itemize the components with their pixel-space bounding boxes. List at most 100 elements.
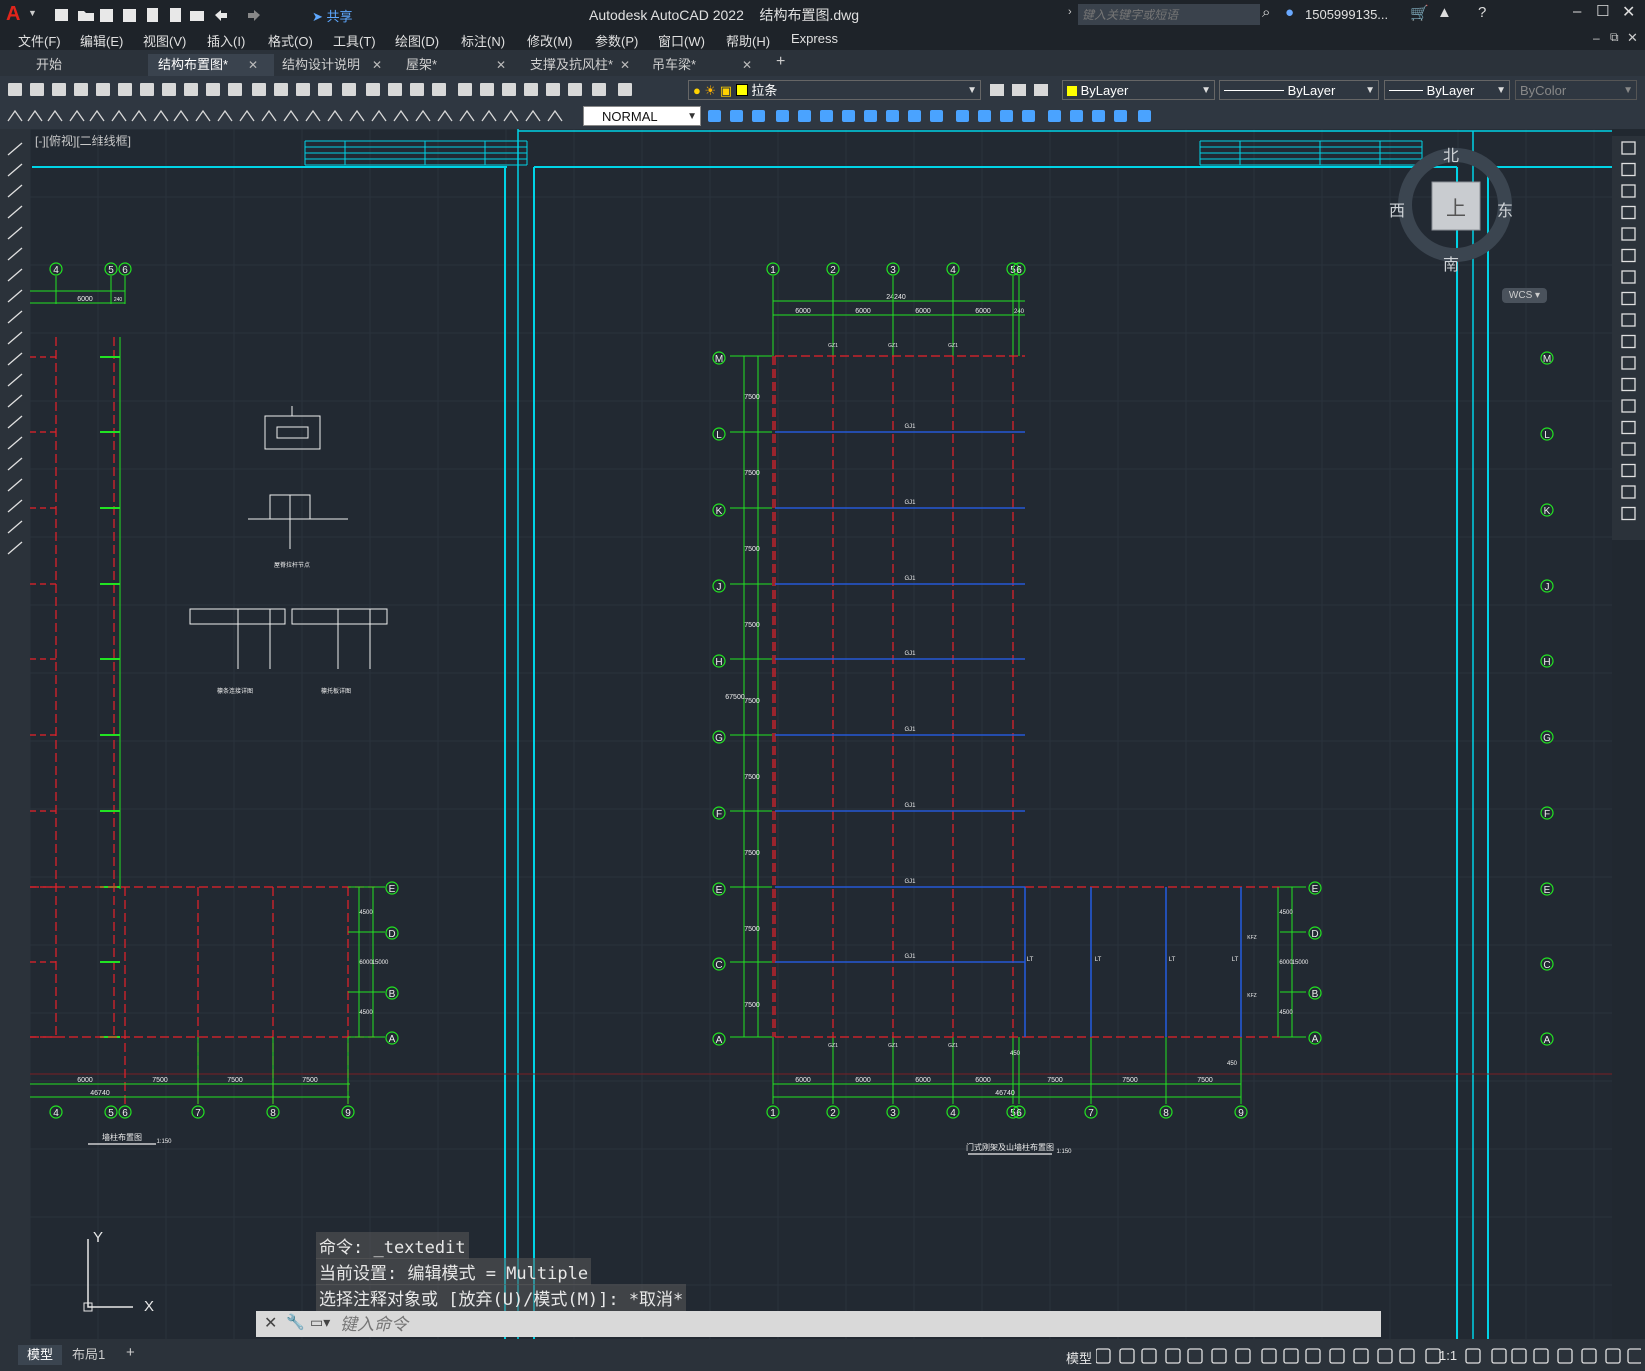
modify-tool-3-icon[interactable] <box>1621 205 1636 220</box>
modify-tool-9-icon[interactable] <box>908 110 921 122</box>
plotstyle-dropdown[interactable]: ByColor ▼ <box>1515 80 1637 100</box>
undo-icon[interactable] <box>215 10 227 21</box>
status-toggle-4-icon[interactable] <box>1187 1348 1203 1364</box>
modify-tool-16-icon[interactable] <box>1621 485 1636 499</box>
toolbar-3-icon[interactable] <box>74 83 88 96</box>
toolbar-20-icon[interactable] <box>458 83 472 96</box>
toolbar-27-icon[interactable] <box>618 83 632 96</box>
annotation-scale[interactable]: 1:1 <box>1439 1348 1457 1363</box>
modify-tool-13-icon[interactable] <box>1000 110 1013 122</box>
modify-tool-16-icon[interactable] <box>1070 110 1083 122</box>
draw-tool-16-icon[interactable] <box>7 478 23 492</box>
menu-window[interactable]: 窗口(W) <box>658 31 705 50</box>
draw-tool-1-icon[interactable] <box>7 163 23 177</box>
dim-tool-3-icon[interactable] <box>69 109 85 122</box>
modify-tool-9-icon[interactable] <box>1621 334 1636 349</box>
close-command-icon[interactable]: ✕ <box>264 1313 277 1333</box>
modify-tool-15-icon[interactable] <box>1048 110 1061 122</box>
close-icon[interactable]: ✕ <box>1622 2 1635 22</box>
modify-tool-4-icon[interactable] <box>1621 227 1636 241</box>
search-expand-icon[interactable]: › <box>1068 6 1072 18</box>
viewcube-top-face[interactable]: 上 <box>1446 192 1466 221</box>
status-toggle-13-icon[interactable] <box>1399 1348 1415 1364</box>
minimize-icon[interactable]: – <box>1573 3 1581 20</box>
maximize-icon[interactable]: ☐ <box>1596 2 1609 20</box>
menu-tools[interactable]: 工具(T) <box>333 31 376 50</box>
toolbar-19-icon[interactable] <box>432 83 446 96</box>
dim-tool-12-icon[interactable] <box>261 109 277 122</box>
app-menu-chevron-icon[interactable]: ▼ <box>28 8 37 18</box>
modify-tool-7-icon[interactable] <box>864 110 877 122</box>
layer-previous-icon[interactable] <box>1034 84 1048 96</box>
modify-tool-6-icon[interactable] <box>842 110 855 122</box>
modify-tool-13-icon[interactable] <box>1621 420 1636 435</box>
toolbar-18-icon[interactable] <box>410 83 424 96</box>
dim-tool-13-icon[interactable] <box>283 109 299 122</box>
linetype-dropdown[interactable]: ByLayer ▼ <box>1219 80 1379 100</box>
status-toggle-16-icon[interactable] <box>1491 1348 1507 1364</box>
doc-restore-icon[interactable]: ⧉ <box>1610 30 1619 45</box>
autodesk-icon[interactable]: ▲ <box>1437 4 1452 21</box>
dim-tool-0-icon[interactable] <box>7 109 23 122</box>
toolbar-9-icon[interactable] <box>206 83 220 96</box>
tab-structure-layout[interactable]: 结构布置图* ✕ <box>148 54 274 76</box>
modify-tool-19-icon[interactable] <box>1138 110 1151 122</box>
status-toggle-3-icon[interactable] <box>1165 1348 1181 1364</box>
status-toggle-15-icon[interactable] <box>1465 1348 1481 1364</box>
color-dropdown[interactable]: ByLayer ▼ <box>1062 80 1215 100</box>
share-button[interactable]: ➤ 共享 <box>312 6 353 25</box>
status-toggle-8-icon[interactable] <box>1283 1348 1299 1364</box>
status-toggle-0-icon[interactable] <box>1096 1348 1111 1364</box>
lineweight-dropdown[interactable]: ByLayer ▼ <box>1384 80 1510 100</box>
draw-tool-17-icon[interactable] <box>7 499 23 513</box>
status-toggle-11-icon[interactable] <box>1353 1348 1369 1364</box>
toolbar-0-icon[interactable] <box>8 83 22 96</box>
modify-tool-3-icon[interactable] <box>776 110 789 122</box>
user-icon[interactable]: ● <box>1285 4 1294 21</box>
status-toggle-14-icon[interactable] <box>1425 1348 1441 1364</box>
draw-tool-2-icon[interactable] <box>7 184 23 198</box>
modify-tool-12-icon[interactable] <box>978 110 991 122</box>
modify-tool-5-icon[interactable] <box>1621 248 1636 263</box>
modify-tool-0-icon[interactable] <box>708 110 721 122</box>
tab-close-icon[interactable]: ✕ <box>496 54 506 76</box>
dim-tool-10-icon[interactable] <box>217 109 233 122</box>
tab-close-icon[interactable]: ✕ <box>248 54 258 76</box>
drawing-canvas[interactable]: [-][俯视][二维线框] 24240600060006000600024012… <box>30 129 1612 1339</box>
customize-wrench-icon[interactable]: 🔧 <box>286 1313 305 1331</box>
status-toggle-20-icon[interactable] <box>1581 1348 1597 1364</box>
status-toggle-10-icon[interactable] <box>1329 1348 1345 1364</box>
make-current-icon[interactable] <box>1012 84 1026 96</box>
draw-tool-9-icon[interactable] <box>7 331 23 345</box>
status-toggle-5-icon[interactable] <box>1211 1348 1227 1364</box>
menu-help[interactable]: 帮助(H) <box>726 31 770 50</box>
toolbar-25-icon[interactable] <box>568 83 582 96</box>
dim-tool-23-icon[interactable] <box>503 109 519 122</box>
doc-close-icon[interactable]: ✕ <box>1627 30 1638 46</box>
viewcube[interactable]: 北 南 东 西 上 <box>1389 141 1522 281</box>
dim-tool-22-icon[interactable] <box>481 109 497 122</box>
draw-tool-19-icon[interactable] <box>7 541 23 555</box>
dim-tool-9-icon[interactable] <box>195 109 211 122</box>
modify-tool-15-icon[interactable] <box>1621 463 1636 478</box>
toolbar-4-icon[interactable] <box>96 83 110 96</box>
status-toggle-2-icon[interactable] <box>1141 1348 1157 1364</box>
viewcube-south[interactable]: 南 <box>1443 251 1459 275</box>
open-icon[interactable] <box>78 11 94 21</box>
layout-tab-layout1[interactable]: 布局1 <box>72 1345 105 1365</box>
layer-dropdown[interactable]: ● ☀ ▣ 拉条 ▼ <box>688 80 981 100</box>
model-space-button[interactable]: 模型 <box>1066 1348 1092 1367</box>
modify-tool-1-icon[interactable] <box>1621 162 1636 177</box>
modify-tool-8-icon[interactable] <box>886 110 899 122</box>
plot-icon[interactable] <box>190 11 204 21</box>
layer-properties-icon[interactable] <box>990 84 1004 96</box>
cart-icon[interactable]: 🛒 <box>1410 4 1429 22</box>
dim-tool-24-icon[interactable] <box>525 109 541 122</box>
dim-tool-18-icon[interactable] <box>393 109 409 122</box>
save-web-icon[interactable] <box>170 8 181 22</box>
menu-parametric[interactable]: 参数(P) <box>595 31 638 50</box>
status-toggle-1-icon[interactable] <box>1119 1348 1135 1364</box>
dim-tool-7-icon[interactable] <box>153 109 169 122</box>
dim-tool-19-icon[interactable] <box>415 109 431 122</box>
toolbar-12-icon[interactable] <box>274 83 288 96</box>
